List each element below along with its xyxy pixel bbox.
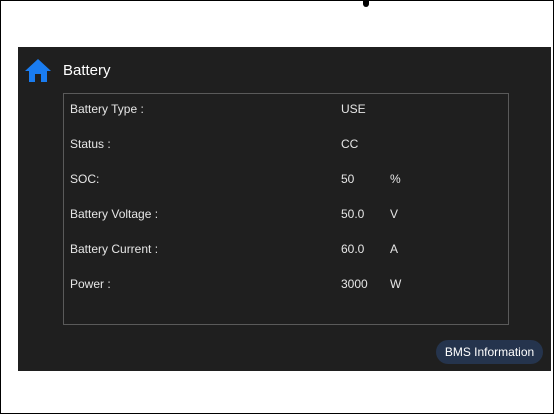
battery-current-value: 60.0	[341, 242, 365, 256]
status-row: Status : CC	[64, 134, 510, 154]
battery-voltage-unit: V	[390, 207, 399, 221]
power-unit: W	[390, 277, 402, 291]
soc-value: 50	[341, 172, 355, 186]
home-icon	[25, 59, 51, 82]
battery-voltage-row: Battery Voltage : 50.0 V	[64, 204, 510, 224]
battery-screen: Battery Battery Type : USE Status : CC S…	[18, 47, 551, 371]
top-edge-mark	[363, 1, 369, 7]
battery-info-panel: Battery Type : USE Status : CC SOC: 50 %…	[63, 93, 509, 325]
battery-type-value: USE	[341, 102, 366, 116]
status-label: Status :	[70, 137, 111, 151]
soc-row: SOC: 50 %	[64, 169, 510, 189]
soc-unit: %	[390, 172, 401, 186]
bms-information-button[interactable]: BMS Information	[436, 340, 543, 364]
home-button[interactable]	[24, 57, 52, 83]
battery-voltage-value: 50.0	[341, 207, 365, 221]
header-bar: Battery	[18, 47, 551, 89]
battery-current-unit: A	[390, 242, 399, 256]
battery-type-label: Battery Type :	[70, 102, 144, 116]
power-value: 3000	[341, 277, 368, 291]
power-row: Power : 3000 W	[64, 274, 510, 294]
soc-label: SOC:	[70, 172, 100, 186]
page-title: Battery	[63, 62, 111, 79]
status-value: CC	[341, 137, 359, 151]
battery-current-row: Battery Current : 60.0 A	[64, 239, 510, 259]
battery-type-row: Battery Type : USE	[64, 99, 510, 119]
battery-voltage-label: Battery Voltage :	[70, 207, 159, 221]
battery-current-label: Battery Current :	[70, 242, 159, 256]
power-label: Power :	[70, 277, 111, 291]
